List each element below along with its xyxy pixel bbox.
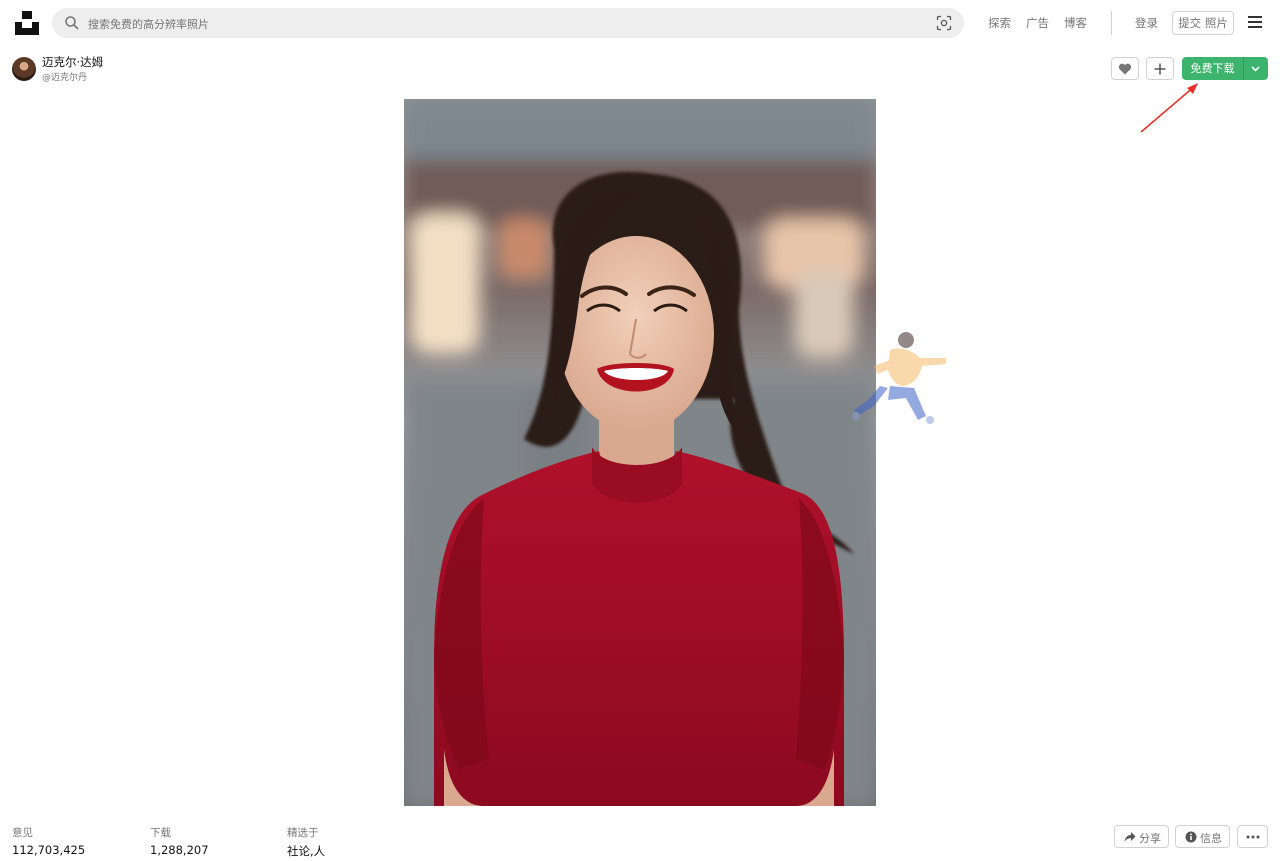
running-person-illustration <box>852 332 946 424</box>
author-handle[interactable]: @迈克尔丹 <box>42 70 87 83</box>
share-arrow-icon <box>1124 832 1136 842</box>
share-label: 分享 <box>1139 832 1161 845</box>
nav-advertise[interactable]: 广告 <box>1026 15 1049 31</box>
featured-value[interactable]: 社论,人 <box>287 843 325 859</box>
submit-photo-button[interactable]: 提交 照片 <box>1172 11 1234 35</box>
share-button[interactable]: 分享 <box>1114 825 1169 848</box>
header-divider <box>1111 11 1112 35</box>
more-options-button[interactable] <box>1237 825 1268 848</box>
like-button[interactable] <box>1111 57 1139 80</box>
nav-blog[interactable]: 博客 <box>1064 15 1087 31</box>
info-label: 信息 <box>1200 832 1222 845</box>
add-to-collection-button[interactable] <box>1146 57 1174 80</box>
author-avatar[interactable] <box>12 57 36 81</box>
search-bar[interactable] <box>52 8 964 38</box>
unsplash-logo[interactable] <box>15 11 39 35</box>
featured-label: 精选于 <box>287 827 319 839</box>
visual-search-icon[interactable] <box>936 15 952 31</box>
search-input[interactable] <box>86 13 910 35</box>
views-value: 112,703,425 <box>12 843 86 857</box>
info-icon <box>1185 831 1197 843</box>
hamburger-menu-icon[interactable] <box>1248 16 1262 28</box>
info-button[interactable]: 信息 <box>1175 825 1230 848</box>
plus-icon <box>1154 63 1166 75</box>
downloads-label: 下载 <box>150 827 171 839</box>
free-download-button[interactable]: 免费下载 <box>1182 57 1268 80</box>
download-label: 免费下载 <box>1190 62 1235 75</box>
login-link[interactable]: 登录 <box>1135 15 1158 31</box>
chevron-down-icon[interactable] <box>1250 63 1261 74</box>
downloads-value: 1,288,207 <box>150 843 209 857</box>
download-button-divider <box>1243 57 1244 80</box>
photo-woman-red-top <box>404 99 876 806</box>
author-name[interactable]: 迈克尔·达姆 <box>42 54 103 70</box>
main-photo[interactable] <box>404 99 876 806</box>
views-label: 意见 <box>12 827 33 839</box>
search-icon <box>65 16 79 30</box>
heart-icon <box>1118 63 1132 75</box>
annotation-arrow <box>1140 83 1198 133</box>
more-dots-icon <box>1246 835 1260 839</box>
top-bar: 探索 广告 博客 登录 提交 照片 <box>0 0 1280 46</box>
nav-explore[interactable]: 探索 <box>988 15 1011 31</box>
